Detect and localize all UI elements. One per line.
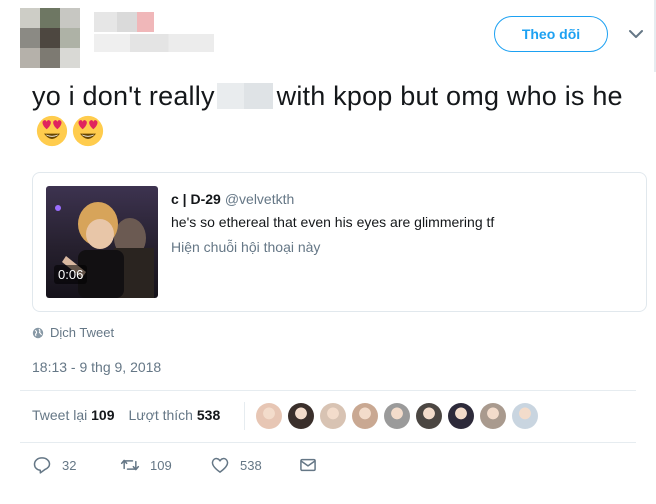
- censored-word: [216, 83, 273, 109]
- reply-count[interactable]: 32: [62, 458, 76, 473]
- retweet-button[interactable]: 109: [120, 455, 210, 475]
- tweet-text: yo i don't really with kpop but omg who i…: [32, 78, 642, 150]
- translate-tweet-link[interactable]: Dịch Tweet: [32, 325, 114, 340]
- avatar-pixel: [40, 28, 60, 48]
- liker-avatar[interactable]: [256, 403, 282, 429]
- heart-eyes-emoji-icon: [72, 115, 104, 147]
- retweets-label[interactable]: Tweet lại: [32, 407, 87, 423]
- show-thread-link[interactable]: Hiện chuỗi hội thoại này: [171, 239, 320, 255]
- liker-avatar[interactable]: [416, 403, 442, 429]
- author-handle-blurred[interactable]: [94, 34, 214, 52]
- likes-label[interactable]: Lượt thích: [129, 407, 193, 423]
- heart-eyes-emoji-icon: [36, 115, 68, 147]
- liker-avatar[interactable]: [320, 403, 346, 429]
- divider: [20, 442, 636, 443]
- tweet-actions: 32 109 538: [32, 455, 318, 475]
- like-button[interactable]: 538: [210, 455, 298, 475]
- direct-message-button[interactable]: [298, 455, 318, 475]
- divider: [20, 390, 636, 391]
- engagement-stats: Tweet lại 109 Lượt thích 538: [32, 407, 220, 423]
- reply-icon: [33, 457, 51, 474]
- quoted-handle[interactable]: @velvetkth: [225, 191, 294, 207]
- quoted-tweet-text: he's so ethereal that even his eyes are …: [171, 214, 495, 230]
- globe-icon: [32, 327, 44, 338]
- stats-separator: [244, 402, 245, 430]
- avatar-pixel: [20, 28, 40, 48]
- video-duration: 0:06: [54, 265, 88, 284]
- envelope-icon: [300, 458, 316, 472]
- author-name-blurred[interactable]: [94, 12, 154, 32]
- chevron-down-icon[interactable]: [628, 28, 644, 40]
- retweets-stat[interactable]: Tweet lại 109: [32, 407, 115, 423]
- translate-label[interactable]: Dịch Tweet: [50, 325, 114, 340]
- follow-button[interactable]: Theo dõi: [494, 16, 608, 52]
- quoted-tweet-card[interactable]: 0:06 c | D-29 @velvetkth he's so ethereal…: [32, 172, 647, 312]
- reply-button[interactable]: 32: [32, 455, 120, 475]
- liker-avatar[interactable]: [512, 403, 538, 429]
- avatar-pixel: [60, 28, 80, 48]
- avatar-pixel: [20, 8, 40, 28]
- tweet-text-end: with kpop but omg who is he: [276, 81, 623, 111]
- likes-count[interactable]: 538: [197, 407, 220, 423]
- tweet-text-start: yo i don't really: [32, 81, 215, 111]
- retweet-count[interactable]: 109: [150, 458, 172, 473]
- retweets-count[interactable]: 109: [91, 407, 114, 423]
- liker-avatars: [256, 403, 538, 429]
- liker-avatar[interactable]: [448, 403, 474, 429]
- avatar-pixel: [20, 48, 40, 68]
- quoted-video-thumbnail[interactable]: 0:06: [46, 186, 158, 298]
- likes-stat[interactable]: Lượt thích 538: [129, 407, 221, 423]
- author-avatar[interactable]: [20, 8, 80, 68]
- avatar-pixel: [40, 8, 60, 28]
- quoted-author[interactable]: c | D-29 @velvetkth: [171, 191, 294, 207]
- liker-avatar[interactable]: [288, 403, 314, 429]
- quoted-display-name[interactable]: c | D-29: [171, 191, 221, 207]
- avatar-pixel: [60, 48, 80, 68]
- liker-avatar[interactable]: [352, 403, 378, 429]
- avatar-pixel: [60, 8, 80, 28]
- tweet-timestamp[interactable]: 18:13 - 9 thg 9, 2018: [32, 359, 161, 375]
- heart-icon: [211, 457, 229, 473]
- like-count[interactable]: 538: [240, 458, 262, 473]
- liker-avatar[interactable]: [480, 403, 506, 429]
- avatar-pixel: [40, 48, 60, 68]
- liker-avatar[interactable]: [384, 403, 410, 429]
- retweet-icon: [120, 459, 140, 471]
